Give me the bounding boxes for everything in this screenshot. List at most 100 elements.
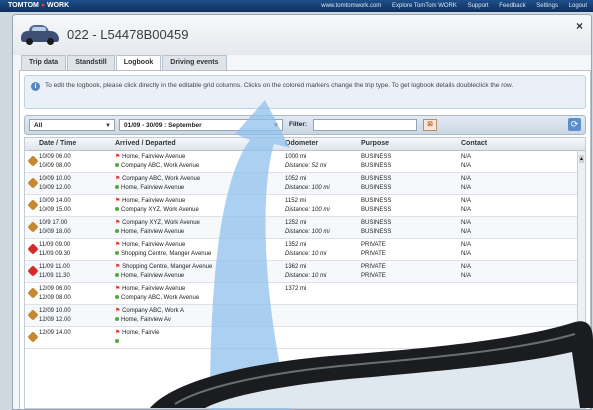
table-row[interactable]: 12/09 10.00 12/09 12.00 ⚑ Company ABC, Wor… bbox=[25, 305, 577, 327]
table-row[interactable]: 12/09 14.00 ⚑ Home, Fairvie bbox=[25, 327, 577, 349]
top-links: www.tomtomwork.com Explore TomTom WORK S… bbox=[312, 0, 587, 12]
trip-type-marker-icon[interactable] bbox=[27, 221, 39, 233]
tab-driving-events[interactable]: Driving events bbox=[162, 55, 227, 70]
filter-toolbar: All ▼ 01/09 - 30/09 : September ▼ Filter: … bbox=[24, 115, 586, 135]
flag-icon: ⚑ bbox=[115, 286, 121, 292]
purpose-cell[interactable]: BUSINESS bbox=[361, 197, 391, 205]
contact-cell-2[interactable]: N/A bbox=[461, 184, 471, 192]
table-row[interactable]: 10/09 14.00 10/09 15.00 ⚑ Home, Fairview A… bbox=[25, 195, 577, 217]
table-row[interactable]: 10/09 10.00 10/09 12.00 ⚑ Company ABC, Wor… bbox=[25, 173, 577, 195]
flag-icon: ⚑ bbox=[115, 242, 121, 248]
end-time: 12/09 08.00 bbox=[39, 295, 71, 301]
purpose-cell-2[interactable]: BUSINESS bbox=[361, 162, 391, 170]
start-time: 12/09 10.00 bbox=[39, 308, 71, 314]
tab-standstill[interactable]: Standstill bbox=[67, 55, 115, 70]
table-row[interactable]: 11/09 09.00 11/09 09.30 ⚑ Home, Fairview A… bbox=[25, 239, 577, 261]
table-row[interactable]: 10/9 17.00 10/09 18.00 ⚑ Company XYZ, Work… bbox=[25, 217, 577, 239]
trip-type-marker-icon[interactable] bbox=[27, 243, 39, 255]
departed-cell[interactable]: ⚑ Home, Fairview Avenue bbox=[115, 197, 185, 205]
trip-type-marker-icon[interactable] bbox=[27, 177, 39, 189]
start-time: 12/09 14.00 bbox=[39, 330, 71, 336]
trip-type-marker-icon[interactable] bbox=[27, 331, 39, 343]
departed-cell[interactable]: ⚑ Home, Fairview Avenue bbox=[115, 241, 185, 249]
table-row[interactable]: 12/09 06.00 12/09 08.00 ⚑ Home, Fairview A… bbox=[25, 283, 577, 305]
top-link-site[interactable]: www.tomtomwork.com bbox=[321, 3, 381, 9]
arrived-cell[interactable]: Home, Fairview Avenue bbox=[115, 272, 184, 280]
col-date-time[interactable]: Date / Time bbox=[39, 138, 76, 150]
filter-input[interactable] bbox=[313, 119, 417, 131]
contact-cell[interactable]: N/A bbox=[461, 153, 471, 161]
top-link-feedback[interactable]: Feedback bbox=[499, 3, 525, 9]
table-row[interactable]: 11/09 11.00 11/09 11.30 ⚑ Shopping Centre,… bbox=[25, 261, 577, 283]
contact-cell-2[interactable]: N/A bbox=[461, 162, 471, 170]
purpose-cell-2[interactable]: PRIVATE bbox=[361, 250, 386, 258]
arrived-cell[interactable]: Shopping Centre, Manger Avenue bbox=[115, 250, 211, 258]
departed-cell[interactable]: ⚑ Company ABC, Work A bbox=[115, 307, 184, 315]
purpose-cell[interactable]: PRIVATE bbox=[361, 241, 386, 249]
trip-type-marker-icon[interactable] bbox=[27, 287, 39, 299]
arrived-cell[interactable]: Company ABC, Work Avenue bbox=[115, 294, 199, 302]
top-link-settings[interactable]: Settings bbox=[536, 3, 558, 9]
purpose-cell[interactable]: BUSINESS bbox=[361, 219, 391, 227]
arrived-cell[interactable]: Company ABC, Work Avenue bbox=[115, 162, 199, 170]
flag-icon: ⚑ bbox=[115, 308, 121, 314]
start-time: 11/09 09.00 bbox=[39, 242, 71, 248]
arrived-cell[interactable] bbox=[115, 338, 121, 346]
close-icon[interactable]: × bbox=[576, 19, 583, 33]
chevron-down-icon: ▼ bbox=[105, 123, 111, 129]
purpose-cell-2[interactable]: BUSINESS bbox=[361, 184, 391, 192]
trip-type-marker-icon[interactable] bbox=[27, 155, 39, 167]
contact-cell[interactable]: N/A bbox=[461, 219, 471, 227]
filter-label: Filter: bbox=[289, 121, 308, 128]
period-select[interactable]: 01/09 - 30/09 : September ▼ bbox=[119, 119, 283, 131]
contact-cell-2[interactable]: N/A bbox=[461, 272, 471, 280]
top-link-explore[interactable]: Explore TomTom WORK bbox=[392, 3, 457, 9]
grid-scrollbar[interactable]: ▲ bbox=[577, 151, 585, 408]
departed-cell[interactable]: ⚑ Shopping Centre, Manger Avenue bbox=[115, 263, 212, 271]
arrived-cell[interactable]: Home, Fairview Avenue bbox=[115, 184, 184, 192]
purpose-cell[interactable]: BUSINESS bbox=[361, 153, 391, 161]
distance-cell: Distance: 100 mi bbox=[285, 229, 330, 235]
filter-clear-icon[interactable]: ⊠ bbox=[423, 119, 437, 131]
col-odometer[interactable]: Odometer bbox=[285, 138, 318, 150]
tab-trip-data[interactable]: Trip data bbox=[21, 55, 67, 70]
departed-cell[interactable]: ⚑ Company ABC, Work Avenue bbox=[115, 175, 200, 183]
trip-type-select[interactable]: All ▼ bbox=[29, 119, 115, 131]
contact-cell[interactable]: N/A bbox=[461, 175, 471, 183]
purpose-cell-2[interactable]: BUSINESS bbox=[361, 206, 391, 214]
top-link-logout[interactable]: Logout bbox=[569, 3, 587, 9]
trip-type-marker-icon[interactable] bbox=[27, 309, 39, 321]
departed-cell[interactable]: ⚑ Home, Fairview Avenue bbox=[115, 285, 185, 293]
contact-cell-2[interactable]: N/A bbox=[461, 228, 471, 236]
scroll-up-icon[interactable]: ▲ bbox=[579, 155, 584, 163]
flag-icon: ⚑ bbox=[115, 176, 121, 182]
end-time: 10/09 12.00 bbox=[39, 185, 71, 191]
contact-cell-2[interactable]: N/A bbox=[461, 206, 471, 214]
flag-icon: ⚑ bbox=[115, 264, 121, 270]
col-purpose[interactable]: Purpose bbox=[361, 138, 389, 150]
top-link-support[interactable]: Support bbox=[468, 3, 489, 9]
departed-cell[interactable]: ⚑ Company XYZ, Work Avenue bbox=[115, 219, 200, 227]
arrived-cell[interactable]: Home, Fairview Av bbox=[115, 316, 171, 324]
arrived-cell[interactable]: Company XYZ, Work Avenue bbox=[115, 206, 199, 214]
contact-cell[interactable]: N/A bbox=[461, 241, 471, 249]
tab-logbook[interactable]: Logbook bbox=[115, 55, 162, 71]
arrived-cell[interactable]: Home, Fairview Avenue bbox=[115, 228, 184, 236]
trip-type-marker-icon[interactable] bbox=[27, 199, 39, 211]
contact-cell-2[interactable]: N/A bbox=[461, 250, 471, 258]
refresh-icon[interactable]: ⟳ bbox=[568, 118, 581, 131]
departed-cell[interactable]: ⚑ Home, Fairvie bbox=[115, 329, 159, 337]
table-row[interactable]: 10/09 06.00 10/09 08.00 ⚑ Home, Fairview A… bbox=[25, 151, 577, 173]
logbook-panel: i To edit the logbook, please click dire… bbox=[19, 70, 591, 409]
col-contact[interactable]: Contact bbox=[461, 138, 487, 150]
flag-icon: ⚑ bbox=[115, 330, 121, 336]
contact-cell[interactable]: N/A bbox=[461, 197, 471, 205]
purpose-cell-2[interactable]: BUSINESS bbox=[361, 228, 391, 236]
contact-cell[interactable]: N/A bbox=[461, 263, 471, 271]
purpose-cell[interactable]: BUSINESS bbox=[361, 175, 391, 183]
col-arrived-departed[interactable]: Arrived / Departed bbox=[115, 138, 176, 150]
trip-type-marker-icon[interactable] bbox=[27, 265, 39, 277]
departed-cell[interactable]: ⚑ Home, Fairview Avenue bbox=[115, 153, 185, 161]
purpose-cell-2[interactable]: PRIVATE bbox=[361, 272, 386, 280]
purpose-cell[interactable]: PRIVATE bbox=[361, 263, 386, 271]
